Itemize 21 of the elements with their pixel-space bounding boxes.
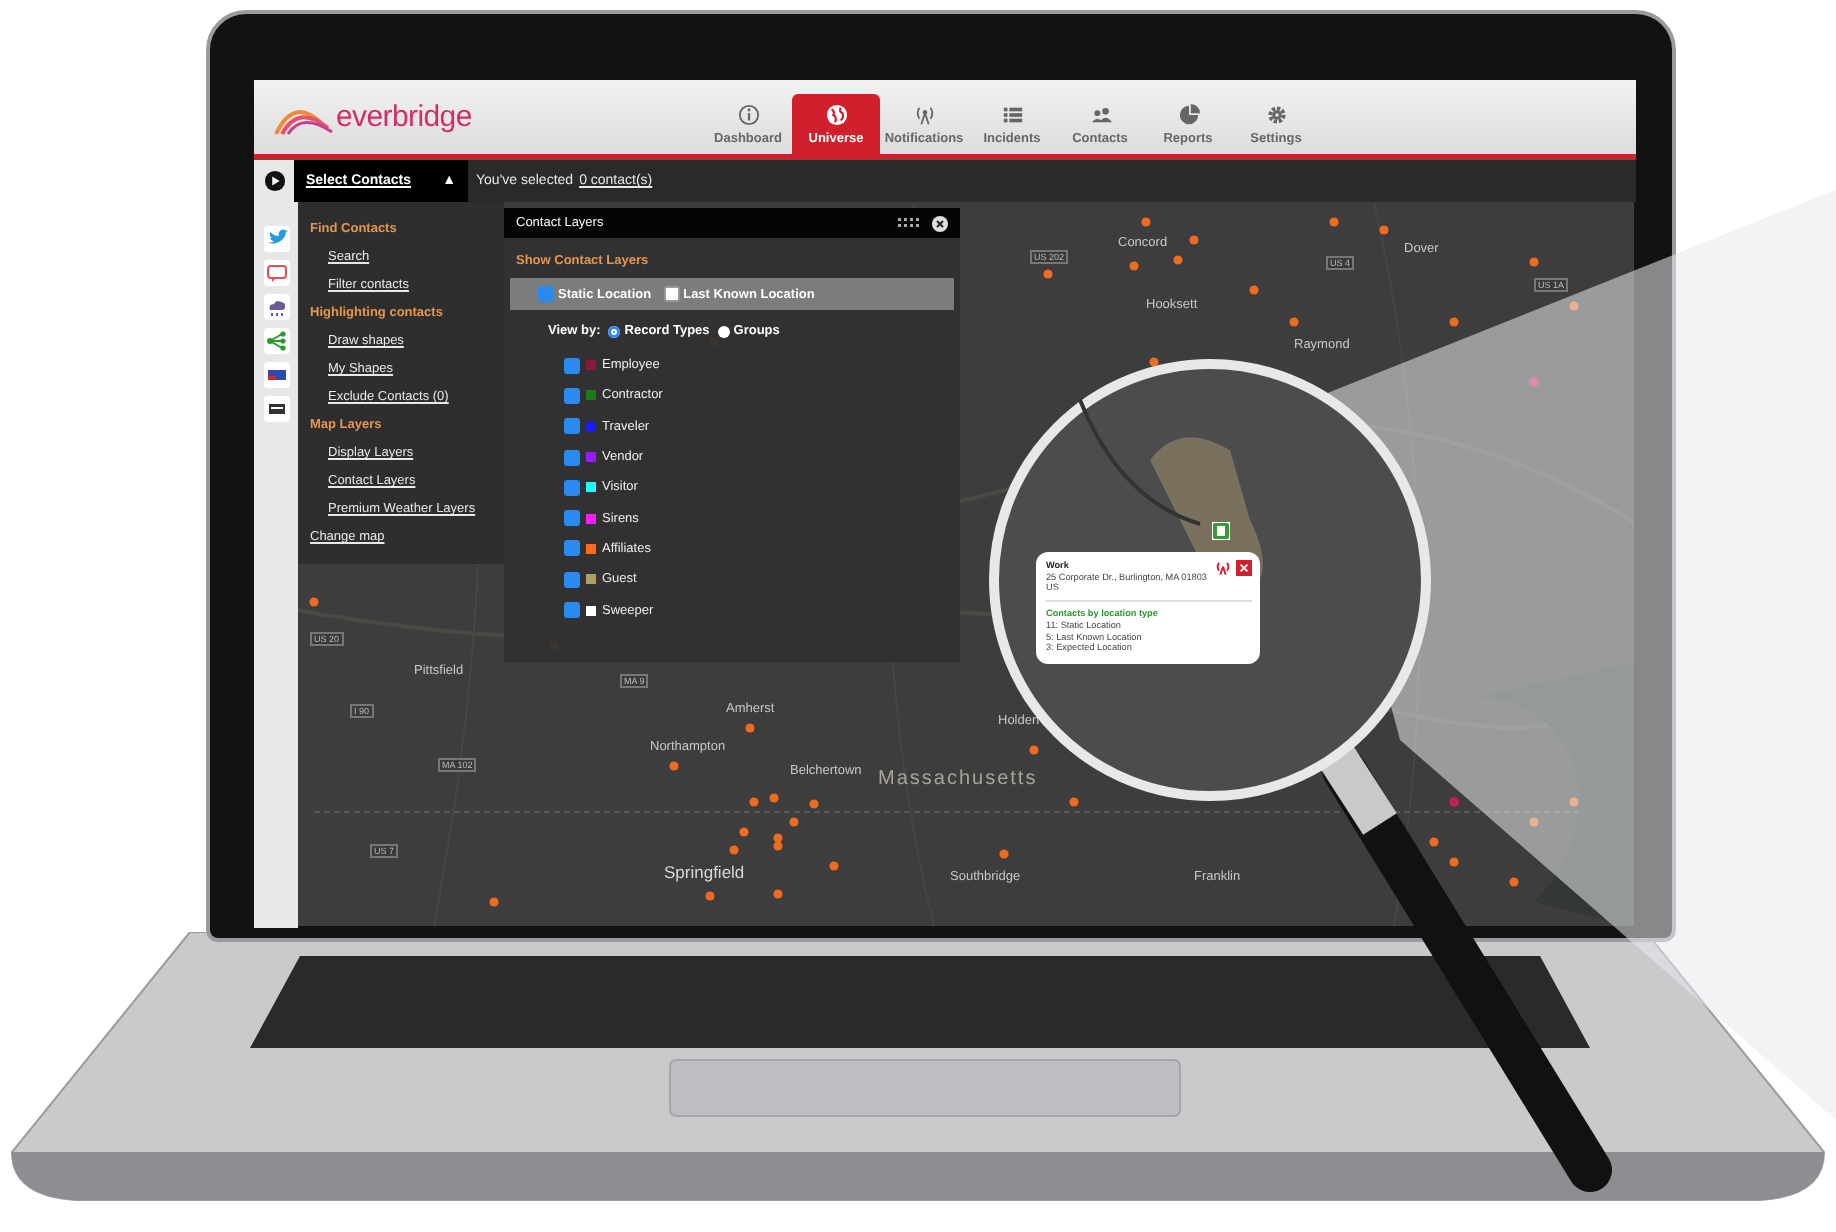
region-label: Massachusetts bbox=[878, 768, 1038, 790]
pie-chart-icon bbox=[1177, 104, 1199, 126]
city-label: Springfield bbox=[664, 862, 745, 882]
chat-icon[interactable] bbox=[263, 260, 289, 286]
close-icon[interactable] bbox=[932, 215, 948, 231]
bird-icon[interactable] bbox=[263, 226, 289, 252]
info-icon bbox=[737, 104, 759, 126]
map-pin-icon[interactable] bbox=[1212, 522, 1230, 540]
drag-handle-icon[interactable] bbox=[898, 218, 920, 228]
antenna-icon bbox=[1214, 560, 1232, 576]
network-icon[interactable] bbox=[263, 328, 289, 354]
document-icon[interactable] bbox=[263, 396, 289, 422]
people-icon bbox=[1089, 104, 1111, 126]
settings-icon bbox=[1265, 104, 1287, 126]
antenna-icon bbox=[913, 104, 935, 126]
globe-icon bbox=[825, 104, 847, 126]
list-icon bbox=[1001, 104, 1023, 126]
logo-text: everbridge bbox=[336, 100, 472, 134]
cloud-icon[interactable] bbox=[263, 294, 289, 320]
badge-icon[interactable] bbox=[263, 362, 289, 388]
play-icon[interactable] bbox=[263, 170, 285, 192]
